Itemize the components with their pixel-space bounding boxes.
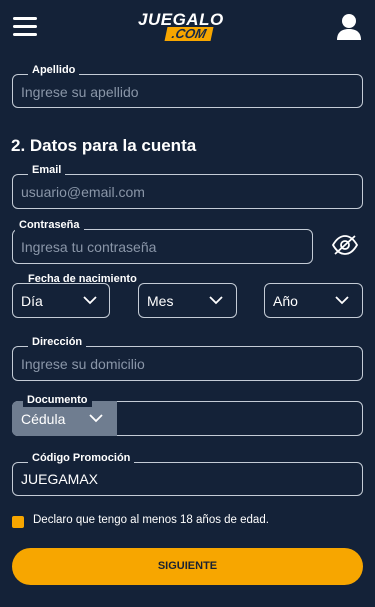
chevron-down-icon [83, 296, 97, 305]
eye-slash-icon[interactable] [331, 234, 359, 256]
logo[interactable]: JUEGALO .COM [138, 10, 238, 44]
email-placeholder: usuario@email.com [21, 184, 145, 200]
top-bar: JUEGALO .COM [0, 0, 375, 56]
next-button[interactable]: SIGUIENTE [12, 548, 363, 585]
chevron-down-icon [335, 296, 349, 305]
age-checkbox-label: Declaro que tengo al menos 18 años de ed… [33, 514, 269, 526]
address-label: Dirección [28, 336, 87, 349]
section-title: 2. Datos para la cuenta [11, 136, 197, 155]
chevron-down-icon [89, 414, 103, 423]
password-placeholder: Ingresa tu contraseña [21, 239, 157, 255]
birth-day-value: Día [21, 293, 43, 309]
chevron-down-icon [209, 296, 223, 305]
surname-label: Apellido [28, 64, 80, 77]
document-label: Documento [23, 394, 92, 407]
hamburger-menu-icon[interactable] [13, 16, 37, 38]
email-label: Email [28, 164, 66, 177]
age-checkbox[interactable] [12, 516, 24, 528]
user-icon[interactable] [336, 13, 362, 41]
address-placeholder: Ingrese su domicilio [21, 356, 145, 372]
promo-code-value: JUEGAMAX [21, 471, 99, 487]
logo-text-bottom: .COM [164, 26, 214, 41]
document-type-value: Cédula [21, 411, 66, 427]
password-label: Contraseña [15, 219, 84, 232]
surname-placeholder: Ingrese su apellido [21, 84, 139, 100]
birth-month-value: Mes [147, 293, 174, 309]
birth-year-value: Año [273, 293, 298, 309]
promo-code-label: Código Promoción [28, 452, 135, 465]
